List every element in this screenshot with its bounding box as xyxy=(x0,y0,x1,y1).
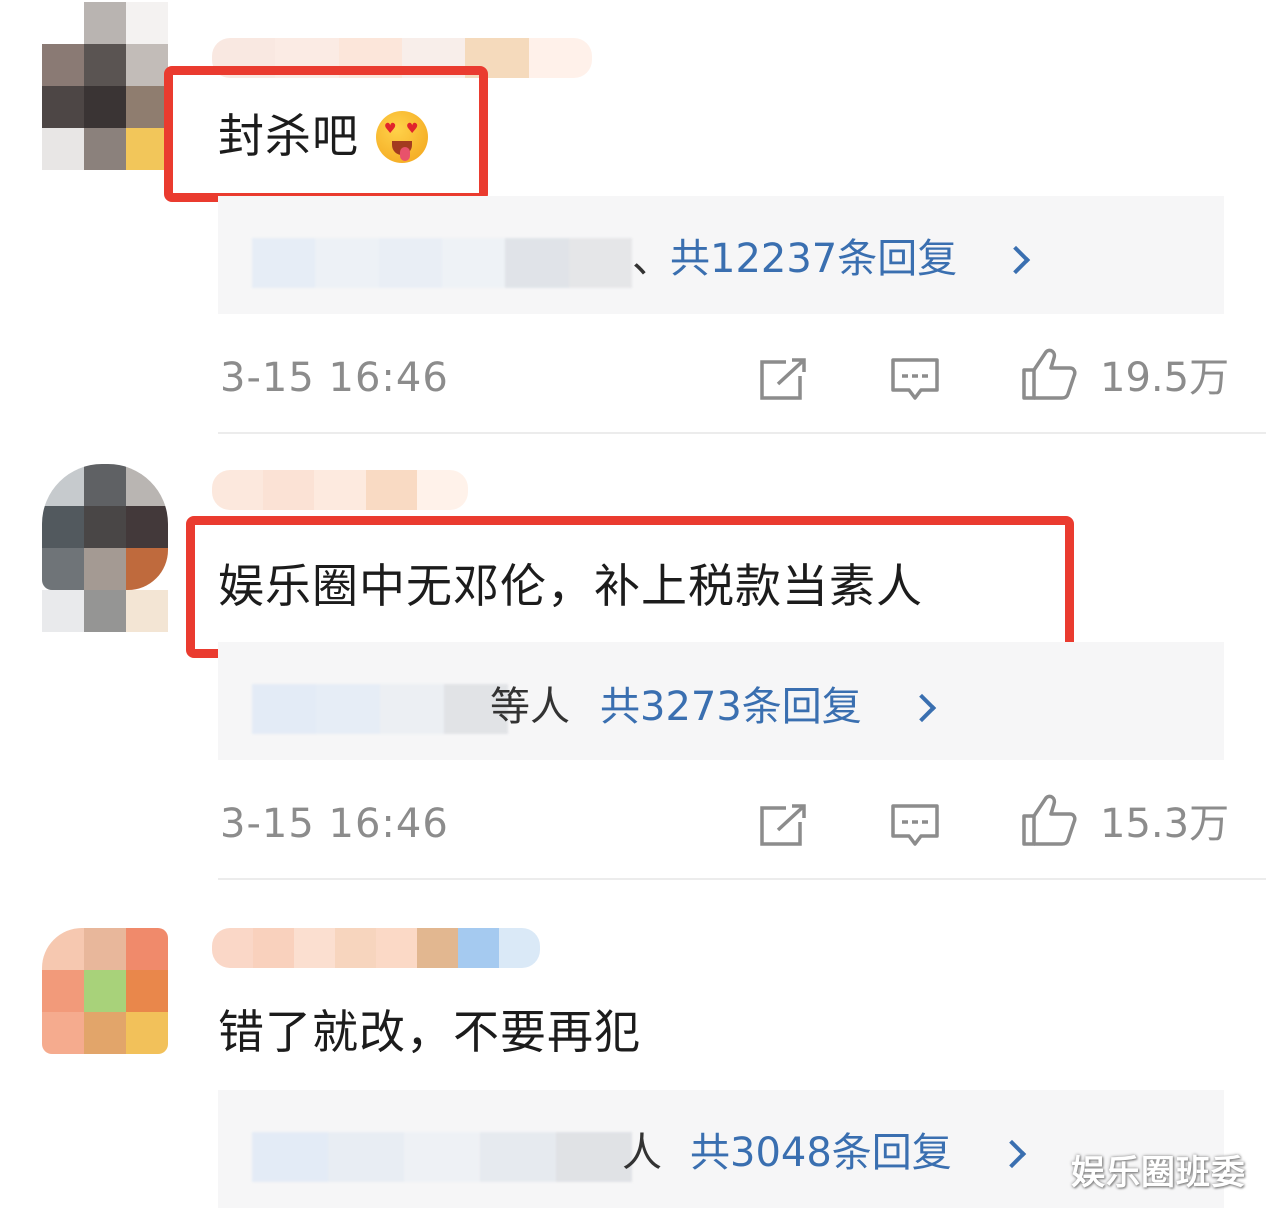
avatar-pixelated[interactable] xyxy=(42,928,168,1054)
comment-3: 错了就改，不要再犯 人 共3048条回复 xyxy=(0,0,1266,1216)
watermark: 娱乐圈班委 xyxy=(1071,1153,1246,1193)
chevron-right-icon xyxy=(997,1139,1027,1169)
username-blurred[interactable] xyxy=(212,928,540,968)
reply-people: 人 xyxy=(622,1130,662,1176)
reply-count-link[interactable]: 共3048条回复 xyxy=(690,1128,952,1178)
comment-text: 错了就改，不要再犯 xyxy=(218,1005,641,1059)
reply-names-blurred xyxy=(252,1132,632,1182)
